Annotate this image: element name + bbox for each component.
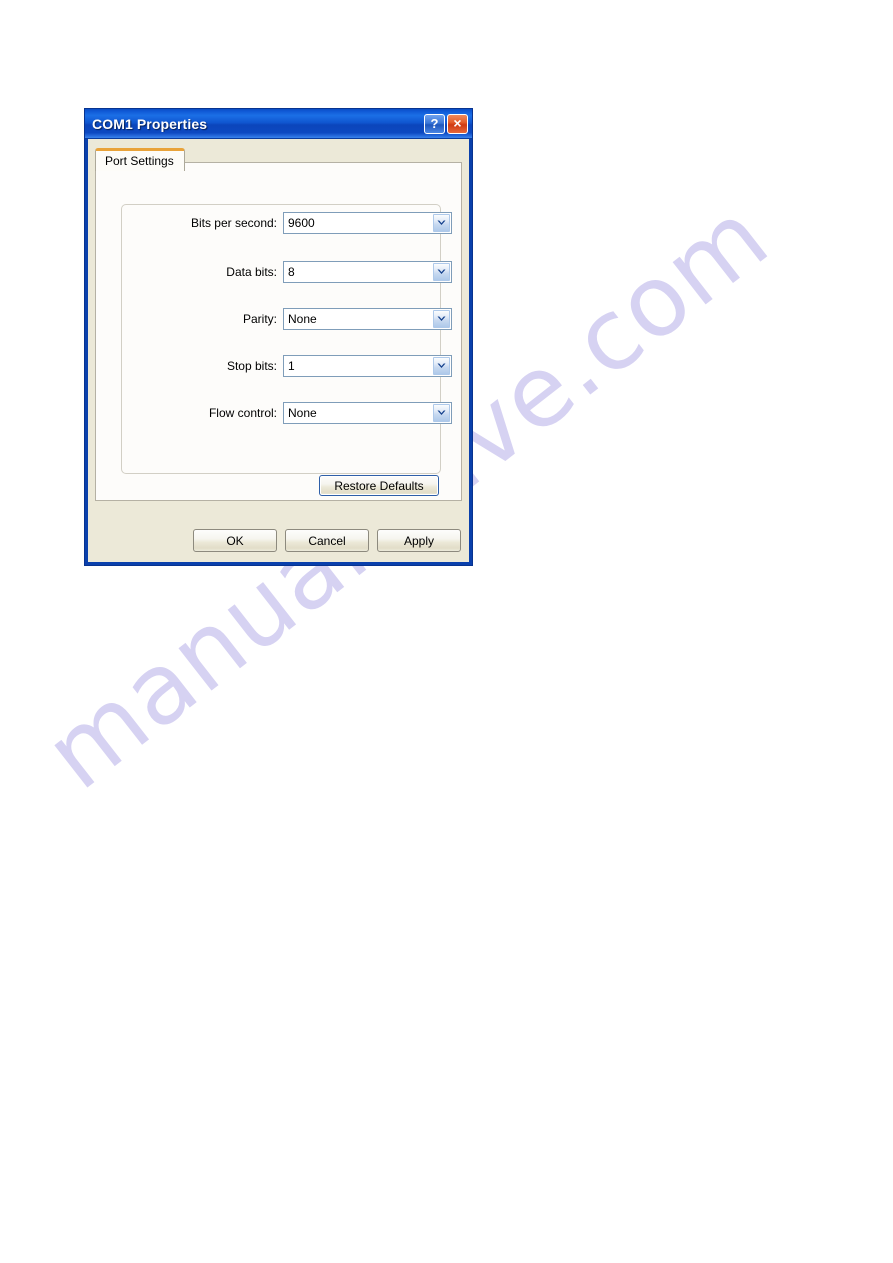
chevron-down-icon[interactable] xyxy=(433,310,450,328)
value-parity: None xyxy=(288,312,317,326)
label-data-bits: Data bits: xyxy=(226,265,277,279)
help-icon[interactable]: ? xyxy=(424,113,445,134)
label-bits-per-second: Bits per second: xyxy=(190,216,277,230)
com1-properties-dialog: COM1 Properties ? × Port Settings Bits p… xyxy=(84,108,473,566)
apply-button[interactable]: Apply xyxy=(377,529,461,552)
close-icon[interactable]: × xyxy=(447,113,468,134)
dialog-title: COM1 Properties xyxy=(92,115,208,132)
tabstrip: Port Settings xyxy=(95,148,472,171)
field-row-flow-control: Flow control: None xyxy=(96,402,452,424)
field-row-parity: Parity: None xyxy=(96,308,452,330)
field-row-bits-per-second: Bits per second: 9600 xyxy=(96,212,452,234)
help-glyph: ? xyxy=(430,116,439,131)
restore-defaults-button[interactable]: Restore Defaults xyxy=(319,475,439,496)
field-row-stop-bits: Stop bits: 1 xyxy=(96,355,452,377)
label-flow-control: Flow control: xyxy=(208,406,277,420)
value-bits-per-second: 9600 xyxy=(288,216,315,230)
value-flow-control: None xyxy=(288,406,317,420)
chevron-down-icon[interactable] xyxy=(433,214,450,232)
close-glyph: × xyxy=(453,115,462,131)
tab-panel-port-settings: Bits per second: 9600 Data bits: 8 Parit… xyxy=(95,162,462,501)
dropdown-flow-control[interactable]: None xyxy=(283,402,452,424)
tab-port-settings[interactable]: Port Settings xyxy=(95,148,185,171)
field-row-data-bits: Data bits: 8 xyxy=(96,261,452,283)
chevron-down-icon[interactable] xyxy=(433,404,450,422)
dialog-titlebar[interactable]: COM1 Properties ? × xyxy=(85,109,472,139)
label-stop-bits: Stop bits: xyxy=(226,359,277,373)
ok-button[interactable]: OK xyxy=(193,529,277,552)
dropdown-stop-bits[interactable]: 1 xyxy=(283,355,452,377)
value-data-bits: 8 xyxy=(288,265,295,279)
chevron-down-icon[interactable] xyxy=(433,357,450,375)
chevron-down-icon[interactable] xyxy=(433,263,450,281)
dialog-action-buttons: OK Cancel Apply xyxy=(85,529,474,552)
titlebar-button-group: ? × xyxy=(424,113,468,134)
cancel-button[interactable]: Cancel xyxy=(285,529,369,552)
dropdown-data-bits[interactable]: 8 xyxy=(283,261,452,283)
port-settings-groupbox xyxy=(121,204,441,474)
value-stop-bits: 1 xyxy=(288,359,295,373)
dropdown-parity[interactable]: None xyxy=(283,308,452,330)
label-parity: Parity: xyxy=(242,312,277,326)
dropdown-bits-per-second[interactable]: 9600 xyxy=(283,212,452,234)
